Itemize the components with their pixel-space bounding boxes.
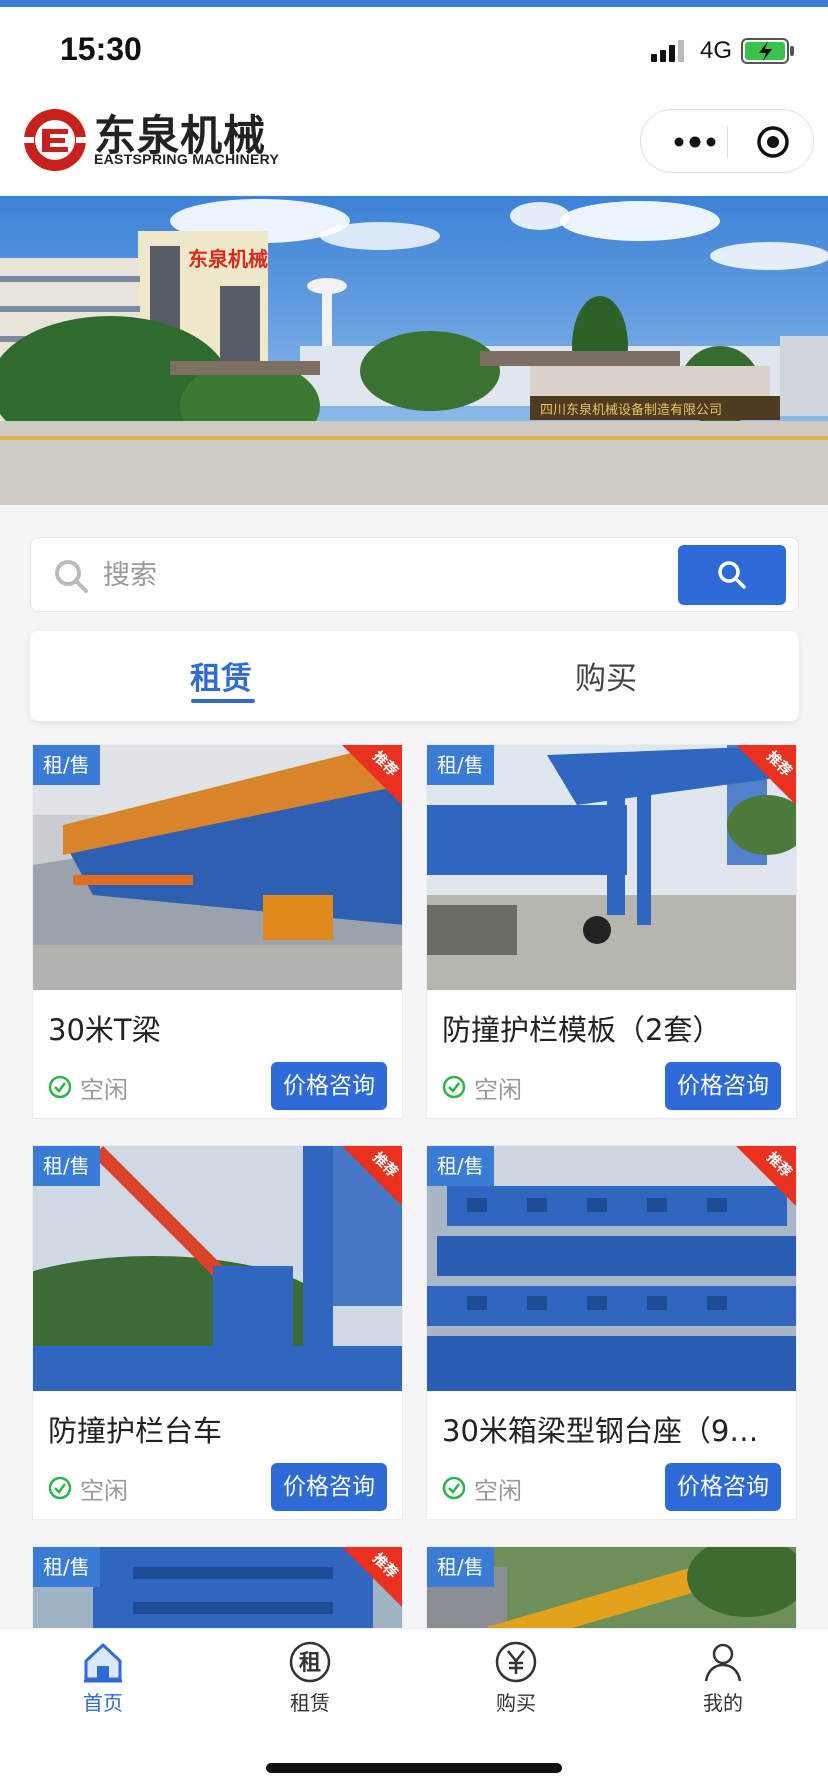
segment-tabs: 租赁 购买 (30, 631, 799, 721)
price-inquiry-button[interactable]: 价格咨询 (271, 1062, 387, 1110)
tabbar-item-mine[interactable]: 我的 (668, 1639, 778, 1716)
home-icon (84, 1643, 122, 1683)
capsule-divider (727, 126, 728, 158)
rent-sale-tag: 租/售 (427, 1547, 494, 1587)
tabbar-label: 购买 (496, 1691, 536, 1715)
tabbar-label: 首页 (83, 1691, 123, 1715)
search-icon (718, 561, 746, 589)
app-header: 东泉机械 EASTSPRING MACHINERY (0, 95, 828, 195)
rent-sale-tag: 租/售 (427, 745, 494, 785)
recommend-ribbon: 推荐 (342, 1547, 402, 1607)
rent-sale-tag: 租/售 (33, 1547, 100, 1587)
product-title: 30米T梁 (48, 1013, 161, 1047)
brand-name-en: EASTSPRING MACHINERY (94, 151, 280, 167)
product-title: 防撞护栏台车 (48, 1414, 223, 1448)
status-time: 15:30 (60, 31, 142, 67)
search-input[interactable] (103, 553, 603, 597)
product-card[interactable]: 租/售 推荐 30米T梁 空闲 价格咨询 (32, 744, 403, 1119)
price-inquiry-button[interactable]: 价格咨询 (271, 1463, 387, 1511)
availability-status: 空闲 (80, 1076, 128, 1104)
building-sign: 东泉机械 (188, 247, 268, 271)
tab-buy[interactable]: 购买 (575, 653, 637, 698)
rent-sale-tag: 租/售 (427, 1146, 494, 1186)
signal-icon (651, 40, 684, 62)
tab-rent[interactable]: 租赁 (190, 653, 252, 698)
product-card[interactable]: 租/售 推荐 防撞护栏模板（2套） 空闲 价格咨询 (426, 744, 797, 1119)
rent-icon: 租 (289, 1641, 331, 1683)
availability-status: 空闲 (474, 1076, 522, 1104)
recommend-ribbon: 推荐 (342, 745, 402, 805)
tabbar-item-rent[interactable]: 租 租赁 (255, 1639, 365, 1716)
tab-active-underline (191, 699, 255, 703)
check-circle-icon (442, 1476, 466, 1500)
yen-icon (495, 1641, 537, 1683)
recommend-ribbon: 推荐 (736, 1146, 796, 1206)
network-label: 4G (700, 37, 733, 64)
tabbar-label: 我的 (703, 1691, 743, 1715)
search-button[interactable] (678, 545, 786, 605)
banner-carousel[interactable]: 东泉机械 四川东泉机械设备制造有限公司 (0, 196, 828, 505)
tabbar-item-home[interactable]: 首页 (48, 1639, 158, 1716)
check-circle-icon (442, 1075, 466, 1099)
more-dots-icon[interactable] (665, 126, 725, 158)
rent-sale-tag: 租/售 (33, 1146, 100, 1186)
eastspring-logo-icon (20, 109, 90, 171)
status-bar: 15:30 4G (0, 7, 828, 95)
banner-photo: 东泉机械 四川东泉机械设备制造有限公司 (0, 196, 828, 505)
home-indicator (266, 1763, 562, 1773)
search-bar (30, 537, 799, 612)
check-circle-icon (48, 1075, 72, 1099)
availability-status: 空闲 (80, 1477, 128, 1505)
close-target-icon[interactable] (751, 124, 795, 160)
tabbar-item-buy[interactable]: 购买 (461, 1639, 571, 1716)
price-inquiry-button[interactable]: 价格咨询 (665, 1463, 781, 1511)
price-inquiry-button[interactable]: 价格咨询 (665, 1062, 781, 1110)
check-circle-icon (48, 1476, 72, 1500)
search-icon (55, 560, 88, 593)
tabbar-label: 租赁 (290, 1691, 330, 1715)
product-card[interactable]: 租/售 推荐 防撞护栏台车 空闲 价格咨询 (32, 1145, 403, 1520)
rent-sale-tag: 租/售 (33, 745, 100, 785)
recommend-ribbon: 推荐 (736, 745, 796, 805)
top-accent-line (0, 0, 828, 7)
svg-text:租: 租 (299, 1651, 321, 1676)
recommend-ribbon: 推荐 (342, 1146, 402, 1206)
availability-status: 空闲 (474, 1477, 522, 1505)
battery-icon (741, 38, 794, 64)
user-icon (704, 1643, 742, 1682)
mini-program-capsule (640, 109, 814, 173)
product-title: 防撞护栏模板（2套） (442, 1013, 722, 1047)
product-title: 30米箱梁型钢台座（9… (442, 1414, 759, 1448)
product-card[interactable]: 租/售 推荐 30米箱梁型钢台座（9… 空闲 价格咨询 (426, 1145, 797, 1520)
gate-sign: 四川东泉机械设备制造有限公司 (540, 402, 722, 418)
